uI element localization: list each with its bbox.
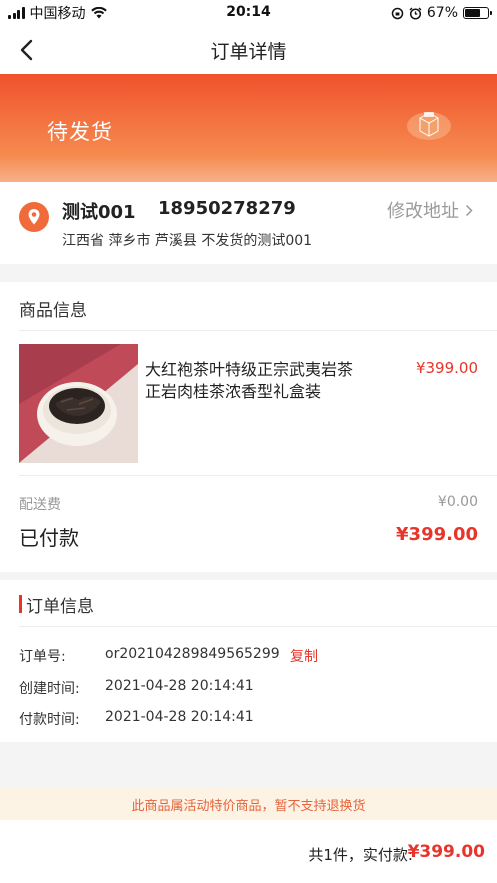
no-return-notice: 此商品属活动特价商品，暂不支持退换货 <box>0 788 497 820</box>
goods-card: 商品信息 大红袍茶叶特级正宗武夷岩茶正岩肉桂茶浓香型礼盒装 ¥399.00 配送… <box>0 282 497 572</box>
order-status-banner: 待发货 <box>0 74 497 182</box>
tea-photo <box>19 344 138 463</box>
package-icon <box>407 112 451 140</box>
chevron-left-icon <box>20 39 33 61</box>
location-pin-icon <box>19 202 49 232</box>
product-name[interactable]: 大红袍茶叶特级正宗武夷岩茶正岩肉桂茶浓香型礼盒装 <box>145 359 365 403</box>
goods-section-title: 商品信息 <box>19 301 87 321</box>
created-time-value: 2021-04-28 20:14:41 <box>105 678 254 694</box>
address-card[interactable]: 测试001 18950278279 修改地址 江西省 萍乡市 芦溪县 不发货的测… <box>0 182 497 264</box>
copy-order-number-button[interactable]: 复制 <box>290 646 318 666</box>
status-bar: 中国移动 20:14 67% <box>0 0 497 26</box>
paid-time-value: 2021-04-28 20:14:41 <box>105 709 254 725</box>
chevron-right-icon <box>465 204 473 216</box>
signal-icon <box>8 7 25 19</box>
bottom-summary-bar: 共1件，实付款: ¥399.00 <box>0 820 497 883</box>
divider <box>19 475 497 476</box>
paid-label: 已付款 <box>19 526 79 550</box>
edit-address-label: 修改地址 <box>387 201 459 222</box>
product-price: ¥399.00 <box>415 359 478 377</box>
order-status-label: 待发货 <box>47 120 113 144</box>
shipping-fee-label: 配送费 <box>19 497 61 513</box>
section-accent-bar <box>19 595 22 613</box>
divider <box>19 330 497 331</box>
nav-bar: 订单详情 <box>0 26 497 74</box>
back-button[interactable] <box>12 36 40 64</box>
order-number-label: 订单号: <box>19 649 66 665</box>
alarm-icon <box>409 7 422 20</box>
recipient-name: 测试001 <box>62 202 136 223</box>
divider <box>19 626 497 627</box>
battery-icon <box>463 7 492 19</box>
battery-percent: 67% <box>426 5 458 21</box>
total-summary-label: 共1件，实付款: <box>308 846 413 864</box>
total-amount: ¥399.00 <box>407 842 485 862</box>
order-section-title: 订单信息 <box>26 597 94 617</box>
page-title: 订单详情 <box>210 40 287 63</box>
shipping-fee-value: ¥0.00 <box>437 494 478 510</box>
carrier-label: 中国移动 <box>29 6 86 22</box>
rotation-lock-icon <box>391 7 404 19</box>
paid-value: ¥399.00 <box>396 524 478 545</box>
recipient-phone: 18950278279 <box>158 198 296 219</box>
product-image[interactable] <box>19 344 138 463</box>
created-time-label: 创建时间: <box>19 681 80 697</box>
order-info-card: 订单信息 订单号: or202104289849565299 复制 创建时间: … <box>0 580 497 742</box>
edit-address-button[interactable]: 修改地址 <box>387 197 473 223</box>
order-number-value: or202104289849565299 <box>105 646 280 662</box>
paid-time-label: 付款时间: <box>19 712 80 728</box>
address-detail: 江西省 萍乡市 芦溪县 不发货的测试001 <box>62 233 313 249</box>
wifi-icon <box>90 7 107 19</box>
